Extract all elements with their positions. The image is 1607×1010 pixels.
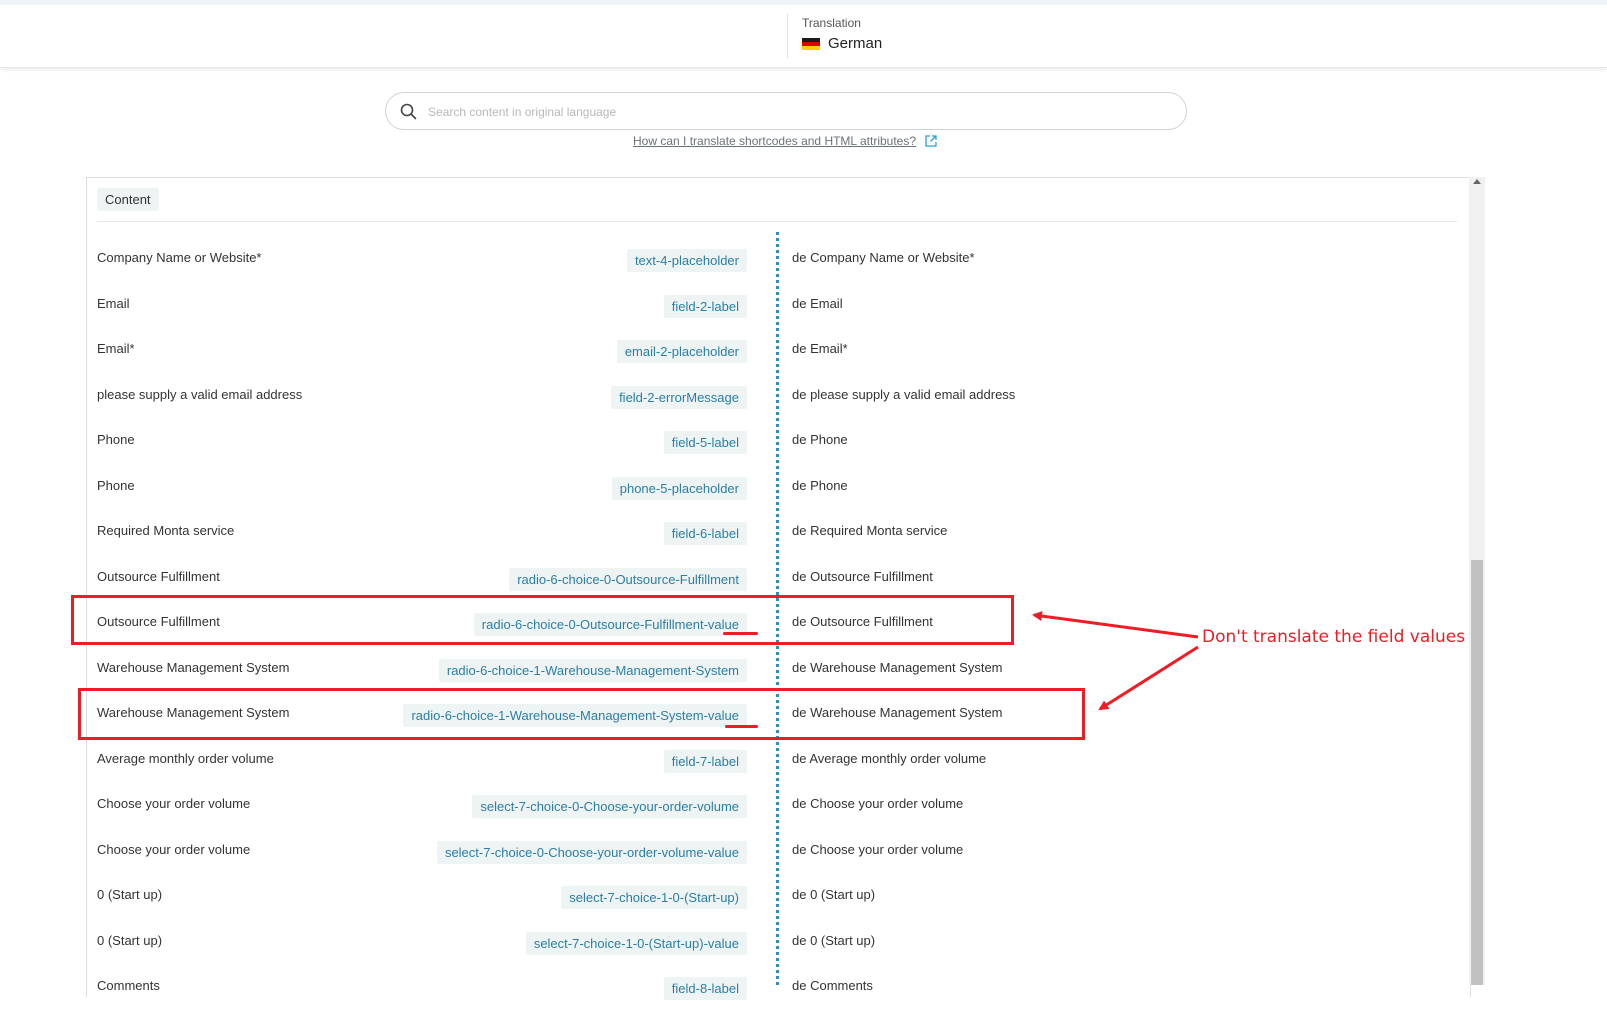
string-key-badge: radio-6-choice-0-Outsource-Fulfillment (509, 567, 747, 591)
string-key-badge: field-7-label (663, 749, 747, 773)
string-key-badge: select-7-choice-1-0-(Start-up) (561, 886, 747, 909)
translation-row: 0 (Start up) select-7-choice-1-0-(Start-u… (86, 874, 1471, 919)
value-underline-wms (725, 725, 758, 728)
original-text: Email* (97, 341, 135, 356)
translation-row: Comments field-8-label de Comments (86, 965, 1471, 1010)
translation-text[interactable]: de 0 (Start up) (792, 933, 875, 948)
original-text: please supply a valid email address (97, 386, 303, 402)
search-icon (400, 103, 417, 120)
external-link-icon (925, 135, 937, 147)
original-text: 0 (Start up) (97, 887, 163, 902)
value-underline-outsource (723, 632, 758, 635)
annotation-note: Don't translate the field values (1202, 627, 1466, 647)
translation-label: Translation (802, 16, 861, 30)
content-section-tab[interactable]: Content (97, 188, 159, 211)
string-key-badge: select-7-choice-0-Choose-your-order-volu… (436, 840, 747, 864)
original-text: Phone (97, 477, 135, 493)
original-text: Required Monta service (97, 523, 235, 538)
string-key-badge: radio-6-choice-1-Warehouse-Management-Sy… (438, 658, 747, 682)
translation-text[interactable]: de Phone (792, 478, 848, 493)
translation-row: Company Name or Website* text-4-placehold… (86, 237, 1471, 282)
translation-row: 0 (Start up) select-7-choice-1-0-(Start-u… (86, 920, 1471, 965)
string-key-badge: text-4-placeholder (626, 249, 747, 272)
string-key-badge: field-5-label (663, 431, 747, 454)
language-selector[interactable]: German (802, 35, 882, 52)
panel-divider (97, 221, 1457, 222)
translation-text[interactable]: de Company Name or Website* (792, 250, 975, 265)
scroll-thumb[interactable] (1471, 560, 1483, 985)
string-key-badge: field-2-label (663, 294, 747, 318)
translation-text[interactable]: de Average monthly order volume (792, 751, 986, 766)
translation-text[interactable]: de Phone (792, 432, 848, 447)
original-text: Company Name or Website* (97, 250, 262, 265)
shortcodes-help-link[interactable]: How can I translate shortcodes and HTML … (633, 134, 938, 148)
highlight-box-wms-value (78, 688, 1085, 740)
translation-row: Required Monta service field-6-label de Re… (86, 510, 1471, 555)
search-box (385, 92, 1187, 130)
translation-text[interactable]: de please supply a valid email address (792, 387, 1015, 402)
original-text: Average monthly order volume (97, 750, 274, 766)
translation-text[interactable]: de Choose your order volume (792, 796, 963, 811)
language-name: German (828, 35, 883, 52)
string-key-badge: email-2-placeholder (616, 340, 747, 363)
string-key-badge: phone-5-placeholder (611, 476, 747, 500)
translation-text[interactable]: de Comments (792, 978, 873, 993)
panel-scrollbar[interactable] (1469, 177, 1485, 985)
translation-text[interactable]: de Email* (792, 341, 848, 356)
original-text: Comments (97, 978, 160, 993)
header-separator (787, 14, 788, 58)
translation-text[interactable]: de Email (792, 296, 843, 311)
translation-row: Email field-2-label de Email (86, 283, 1471, 328)
translation-text[interactable]: de 0 (Start up) (792, 887, 875, 902)
string-key-badge: field-8-label (663, 977, 747, 1000)
translation-text[interactable]: de Warehouse Management System (792, 660, 1003, 675)
translation-row: Choose your order volume select-7-choice-… (86, 783, 1471, 828)
translation-row: Phone phone-5-placeholder de Phone (86, 465, 1471, 510)
string-key-badge: field-2-errorMessage (611, 385, 747, 409)
string-key-badge: field-6-label (663, 522, 747, 545)
original-text: Warehouse Management System (97, 659, 290, 675)
highlight-box-outsource-value (71, 595, 1014, 645)
translation-row: Email* email-2-placeholder de Email* (86, 328, 1471, 373)
original-text: Choose your order volume (97, 841, 251, 857)
original-text: Choose your order volume (97, 796, 251, 811)
translation-text[interactable]: de Outsource Fulfillment (792, 569, 933, 584)
translation-text[interactable]: de Required Monta service (792, 523, 947, 538)
translation-row: Warehouse Management System radio-6-choic… (86, 647, 1471, 692)
translation-header: Translation German (0, 5, 1607, 68)
original-text: Email (97, 295, 130, 311)
original-text: 0 (Start up) (97, 932, 163, 948)
translation-row: please supply a valid email address field… (86, 374, 1471, 419)
translation-text[interactable]: de Choose your order volume (792, 842, 963, 857)
original-text: Phone (97, 432, 135, 447)
translation-row: Average monthly order volume field-7-labe… (86, 738, 1471, 783)
translation-row: Outsource Fulfillment radio-6-choice-0-Ou… (86, 556, 1471, 601)
string-key-badge: select-7-choice-1-0-(Start-up)-value (525, 931, 747, 955)
german-flag-icon (802, 37, 820, 50)
scroll-up-arrow-icon[interactable] (1473, 179, 1481, 184)
translation-row: Phone field-5-label de Phone (86, 419, 1471, 464)
help-link-text: How can I translate shortcodes and HTML … (633, 134, 917, 148)
string-key-badge: select-7-choice-0-Choose-your-order-volu… (472, 795, 747, 818)
search-input[interactable] (426, 101, 1150, 123)
original-text: Outsource Fulfillment (97, 568, 220, 584)
translation-row: Choose your order volume select-7-choice-… (86, 829, 1471, 874)
